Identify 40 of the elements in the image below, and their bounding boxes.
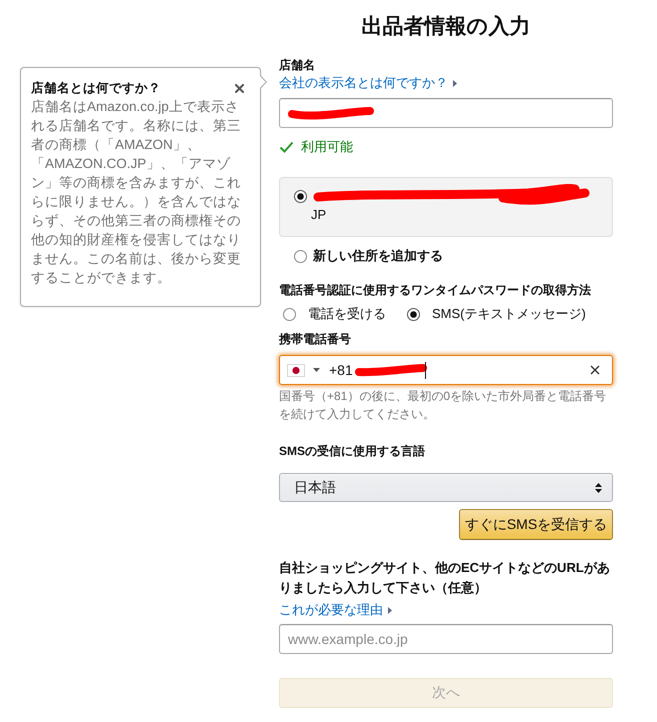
help-link[interactable]: これが必要な理由 <box>279 601 392 619</box>
radio-button[interactable] <box>407 308 420 320</box>
send-sms-button[interactable]: すぐにSMSを受信する <box>459 509 613 540</box>
phone-hint: 国番号（+81）の後に、最初の0を除いた市外局番と電話番号を続けて入力してください。 <box>279 388 608 423</box>
field-label: 自社ショッピングサイト、他のECサイトなどのURLがありましたら入力して下さい（任意） <box>279 559 611 596</box>
store-name-field[interactable] <box>279 98 613 128</box>
phone-number-value: +81 <box>329 362 353 378</box>
close-button[interactable] <box>233 82 246 94</box>
url-input-field[interactable]: www.example.co.jp <box>279 624 613 654</box>
check-icon <box>279 141 294 153</box>
language-select[interactable]: 日本語 <box>279 473 613 502</box>
field-label: 電話番号認証に使用するワンタイムパスワードの取得方法 <box>279 282 592 299</box>
address-text: JP <box>311 206 328 223</box>
caret-icon <box>313 368 320 372</box>
radio-label[interactable]: 電話を受ける <box>308 305 386 323</box>
field-label: SMSの受信に使用する言語 <box>279 443 426 460</box>
field-label: 店舗名 <box>279 57 316 74</box>
close-icon <box>235 84 244 92</box>
address-option[interactable]: 新しい住所を追加する <box>279 237 613 279</box>
address-option[interactable]: JP <box>279 177 613 237</box>
page-title: 出品者情報の入力 <box>360 14 532 40</box>
popover-title: 店舗名とは何ですか？ <box>31 80 161 97</box>
caret-icon <box>453 80 457 86</box>
popover-text: 店舗名はAmazon.co.jp上で表示される店舗名です。名称には、第三者の商標（「AMAZON」、「AMAZON.CO.JP」、「アマゾン」等の商標を含みますが、これらに限りません。）を含んではならず、その他第三者の商標権その他の知的財産権を侵害してはなりません。この名前は、後から変更することができます。 <box>31 98 242 287</box>
updown-caret-icon <box>595 482 602 492</box>
clear-button[interactable] <box>588 363 602 377</box>
caret-icon <box>388 606 392 614</box>
field-label: 携帯電話番号 <box>279 331 352 348</box>
availability-status: 利用可能 <box>301 138 353 156</box>
flag-icon <box>287 364 305 376</box>
close-icon <box>590 365 600 375</box>
phone-field[interactable]: +81 <box>279 355 613 385</box>
add-address-label: 新しい住所を追加する <box>313 247 443 265</box>
radio-button[interactable] <box>294 250 307 262</box>
help-link[interactable]: 会社の表示名とは何ですか？ <box>279 74 457 92</box>
radio-button[interactable] <box>294 190 307 202</box>
radio-button[interactable] <box>283 308 296 320</box>
text-cursor <box>424 362 426 378</box>
selected-language: 日本語 <box>294 478 336 496</box>
radio-label[interactable]: SMS(テキストメッセージ) <box>432 305 586 323</box>
